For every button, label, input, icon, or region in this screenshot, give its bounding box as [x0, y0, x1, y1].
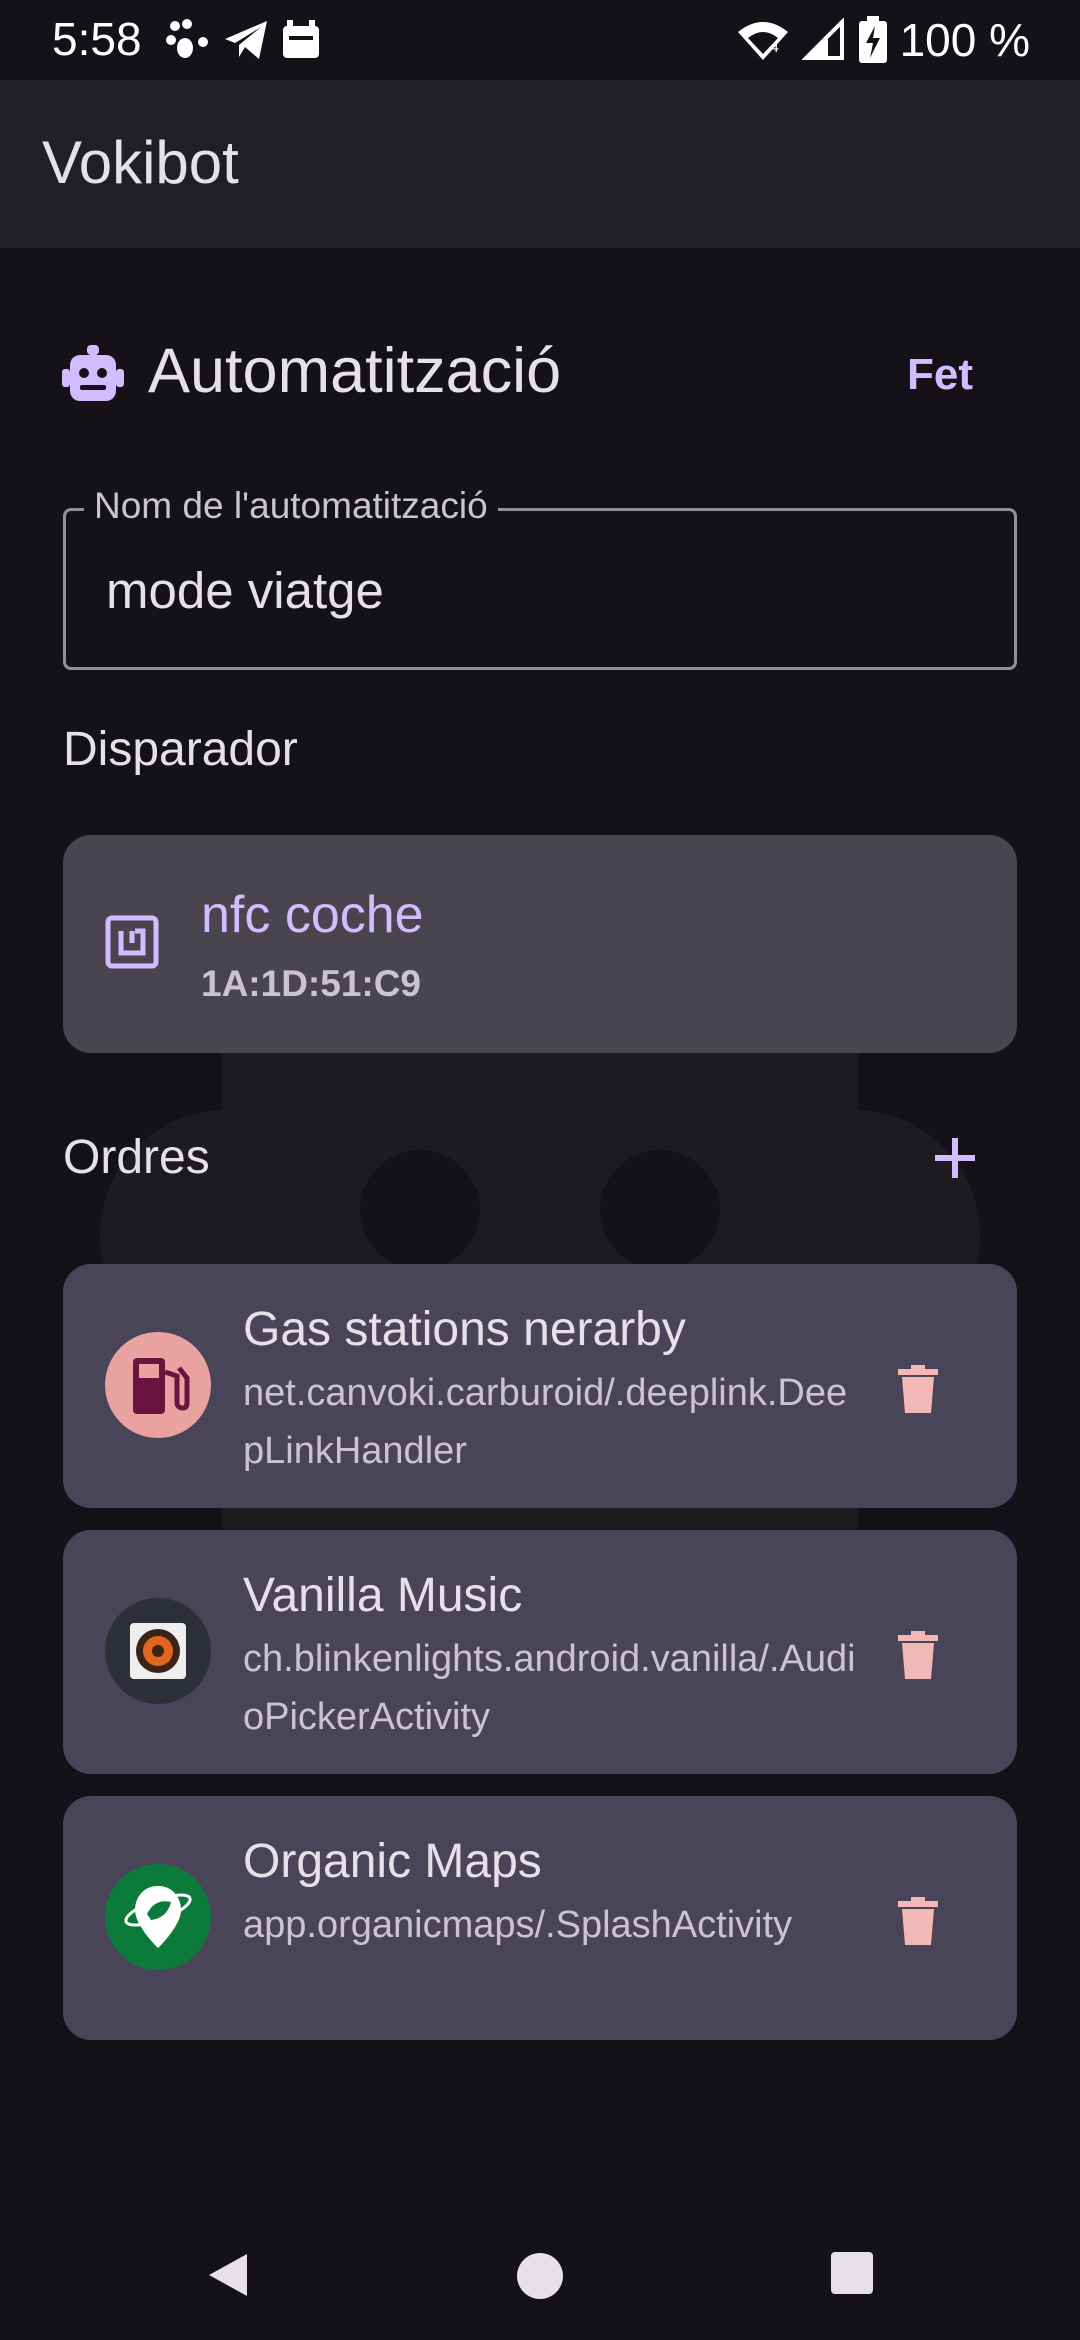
gas-pump-icon: [105, 1332, 211, 1438]
app-title: Vokibot: [42, 129, 239, 196]
plus-icon: [935, 1138, 975, 1178]
notification-icons: [165, 16, 323, 64]
automation-name-label: Nom de l'automatització: [84, 485, 498, 527]
navigation-bar: [0, 2200, 1080, 2340]
battery-charging-icon: [858, 16, 887, 63]
automation-name-input[interactable]: mode viatge: [106, 561, 384, 620]
status-bar: 5:58 4 100 %: [0, 0, 1080, 80]
app-bar: Vokibot: [0, 80, 1080, 248]
speaker-icon: [105, 1598, 211, 1704]
automation-name-field[interactable]: Nom de l'automatització mode viatge: [63, 485, 1017, 670]
command-subtitle: net.canvoki.carburoid/.deeplink.DeepLink…: [243, 1372, 848, 1472]
paw-icon: [166, 19, 208, 58]
trigger-card[interactable]: nfc coche 1A:1D:51:C9: [63, 835, 1017, 1053]
map-pin-leaf-icon: [105, 1864, 211, 1970]
robot-notification-icon: [283, 20, 319, 58]
commands-section-label: Ordres: [63, 1131, 210, 1184]
system-status: 4 100 %: [736, 12, 1030, 68]
trash-icon: [898, 1365, 938, 1413]
command-card[interactable]: Vanilla Music ch.blinkenlights.android.v…: [63, 1530, 1017, 1774]
delete-command-button[interactable]: [883, 1886, 953, 1956]
trigger-title: nfc coche: [201, 886, 424, 944]
delete-command-button[interactable]: [883, 1354, 953, 1424]
svg-text:4: 4: [770, 39, 779, 56]
home-icon[interactable]: [516, 2252, 564, 2300]
screen: 5:58 4 100 % Vokibot Automatització Fet …: [0, 0, 1080, 2340]
delete-command-button[interactable]: [883, 1620, 953, 1690]
battery-percent: 100 %: [899, 14, 1030, 66]
recents-icon[interactable]: [831, 2252, 873, 2294]
nfc-icon: [105, 915, 159, 969]
telegram-icon: [225, 21, 267, 59]
back-icon[interactable]: [205, 2252, 251, 2298]
wifi-icon: 4: [737, 22, 788, 60]
command-title: Gas stations nerarby: [243, 1303, 686, 1356]
command-subtitle: app.organicmaps/.SplashActivity: [243, 1904, 793, 1946]
command-title: Vanilla Music: [243, 1569, 523, 1622]
cell-signal-icon: [801, 18, 844, 60]
add-command-button[interactable]: [922, 1125, 988, 1191]
page-title: Automatització: [148, 336, 562, 406]
trash-icon: [898, 1631, 938, 1679]
trigger-subtitle: 1A:1D:51:C9: [201, 963, 422, 1004]
command-card[interactable]: Organic Maps app.organicmaps/.SplashActi…: [63, 1796, 1017, 2040]
done-button[interactable]: Fet: [880, 340, 1000, 410]
command-subtitle: ch.blinkenlights.android.vanilla/.AudioP…: [243, 1638, 856, 1738]
command-card[interactable]: Gas stations nerarby net.canvoki.carburo…: [63, 1264, 1017, 1508]
trigger-section-label: Disparador: [63, 723, 298, 776]
command-title: Organic Maps: [243, 1835, 542, 1888]
trash-icon: [898, 1897, 938, 1945]
robot-icon: [62, 345, 124, 401]
status-time: 5:58: [52, 13, 142, 65]
